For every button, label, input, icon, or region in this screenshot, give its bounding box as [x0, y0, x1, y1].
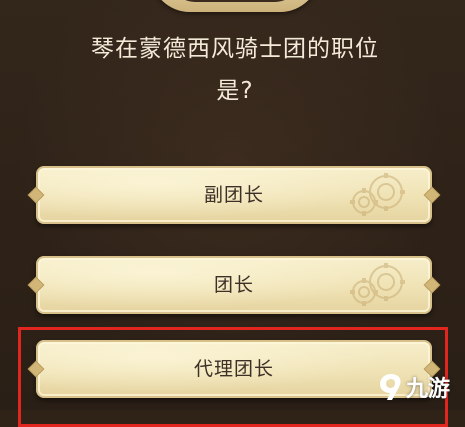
answer-option-2[interactable]: 团长 [36, 256, 432, 314]
answer-option-1[interactable]: 副团长 [36, 166, 432, 224]
question-line-2: 是? [216, 78, 254, 104]
watermark-text: 九游 [406, 377, 451, 402]
answer-option-1-label: 副团长 [203, 184, 264, 206]
watermark: 九游 [378, 370, 450, 404]
nine-game-logo-icon [380, 374, 401, 400]
question-line-1: 琴在蒙德西风骑士团的职位 [91, 36, 379, 62]
answer-option-2-label: 团长 [213, 274, 254, 296]
question-text: 琴在蒙德西风骑士团的职位 是? [40, 28, 430, 112]
